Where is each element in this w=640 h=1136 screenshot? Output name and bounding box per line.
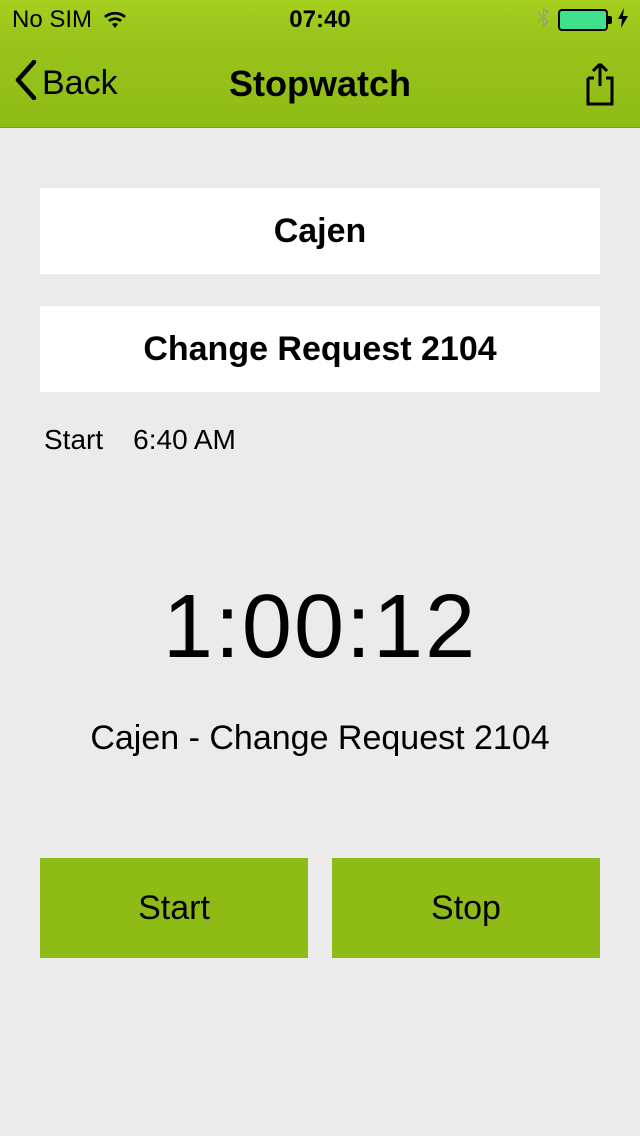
wifi-icon [102, 10, 128, 30]
chevron-left-icon [14, 60, 38, 108]
status-right [536, 6, 628, 34]
start-label: Start [44, 424, 103, 456]
project-field[interactable]: Cajen [40, 188, 600, 274]
timer-description: Cajen - Change Request 2104 [40, 719, 600, 758]
bluetooth-icon [536, 6, 550, 34]
content-area: Cajen Change Request 2104 Start 6:40 AM … [0, 128, 640, 958]
task-field[interactable]: Change Request 2104 [40, 306, 600, 392]
back-button[interactable]: Back [14, 60, 118, 108]
carrier-text: No SIM [12, 6, 92, 34]
start-button[interactable]: Start [40, 858, 308, 958]
back-label: Back [42, 64, 118, 103]
share-icon [580, 62, 620, 106]
battery-icon [558, 9, 608, 31]
timer-value: 1:00:12 [40, 576, 600, 679]
share-button[interactable] [580, 62, 620, 106]
timer-block: 1:00:12 Cajen - Change Request 2104 [40, 576, 600, 758]
status-left: No SIM [12, 6, 128, 34]
button-row: Start Stop [40, 858, 600, 958]
nav-bar: Back Stopwatch [0, 40, 640, 128]
page-title: Stopwatch [229, 63, 411, 105]
charging-icon [618, 8, 628, 33]
stop-button[interactable]: Stop [332, 858, 600, 958]
status-time: 07:40 [289, 6, 350, 34]
status-bar: No SIM 07:40 [0, 0, 640, 40]
start-time-value: 6:40 AM [133, 424, 236, 456]
start-time-row: Start 6:40 AM [40, 424, 600, 456]
